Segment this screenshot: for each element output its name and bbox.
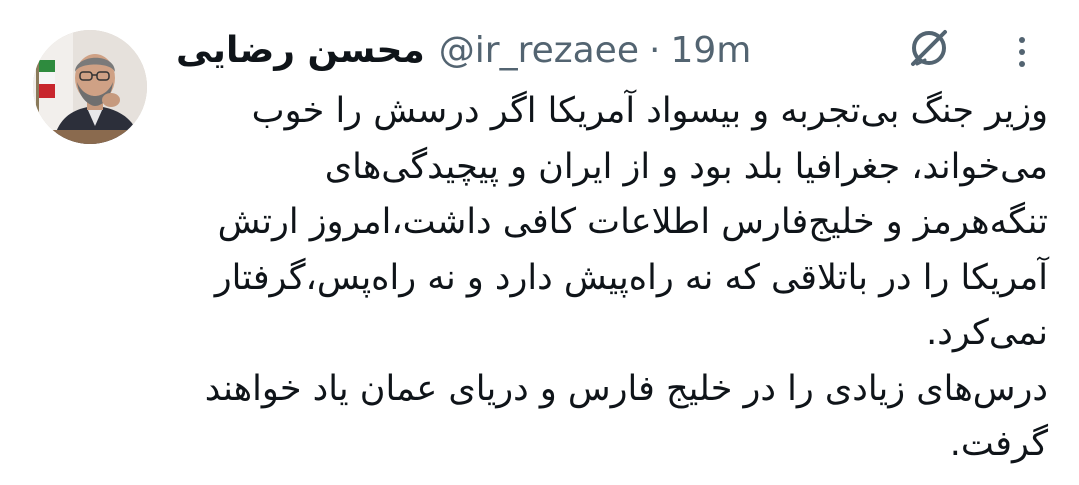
more-options-vertical-dots-icon[interactable] <box>1010 32 1034 72</box>
tweet-text: وزیر جنگ بی‌تجربه و بیسواد آمریکا اگر در… <box>204 91 1048 464</box>
tweet[interactable]: محسن رضایی @ir_rezaee · 19m وزیر جنگ بی‌… <box>0 0 1079 485</box>
header-separator: · <box>648 30 661 71</box>
author-display-name[interactable]: محسن رضایی <box>176 26 425 76</box>
author-avatar[interactable] <box>33 30 147 144</box>
tweet-timestamp[interactable]: 19m <box>670 26 751 76</box>
avatar-photo <box>33 30 147 144</box>
author-handle[interactable]: @ir_rezaee <box>439 26 639 76</box>
tweet-header: محسن رضایی @ir_rezaee · 19m <box>176 26 916 76</box>
grok-slash-circle-icon[interactable] <box>905 24 953 72</box>
